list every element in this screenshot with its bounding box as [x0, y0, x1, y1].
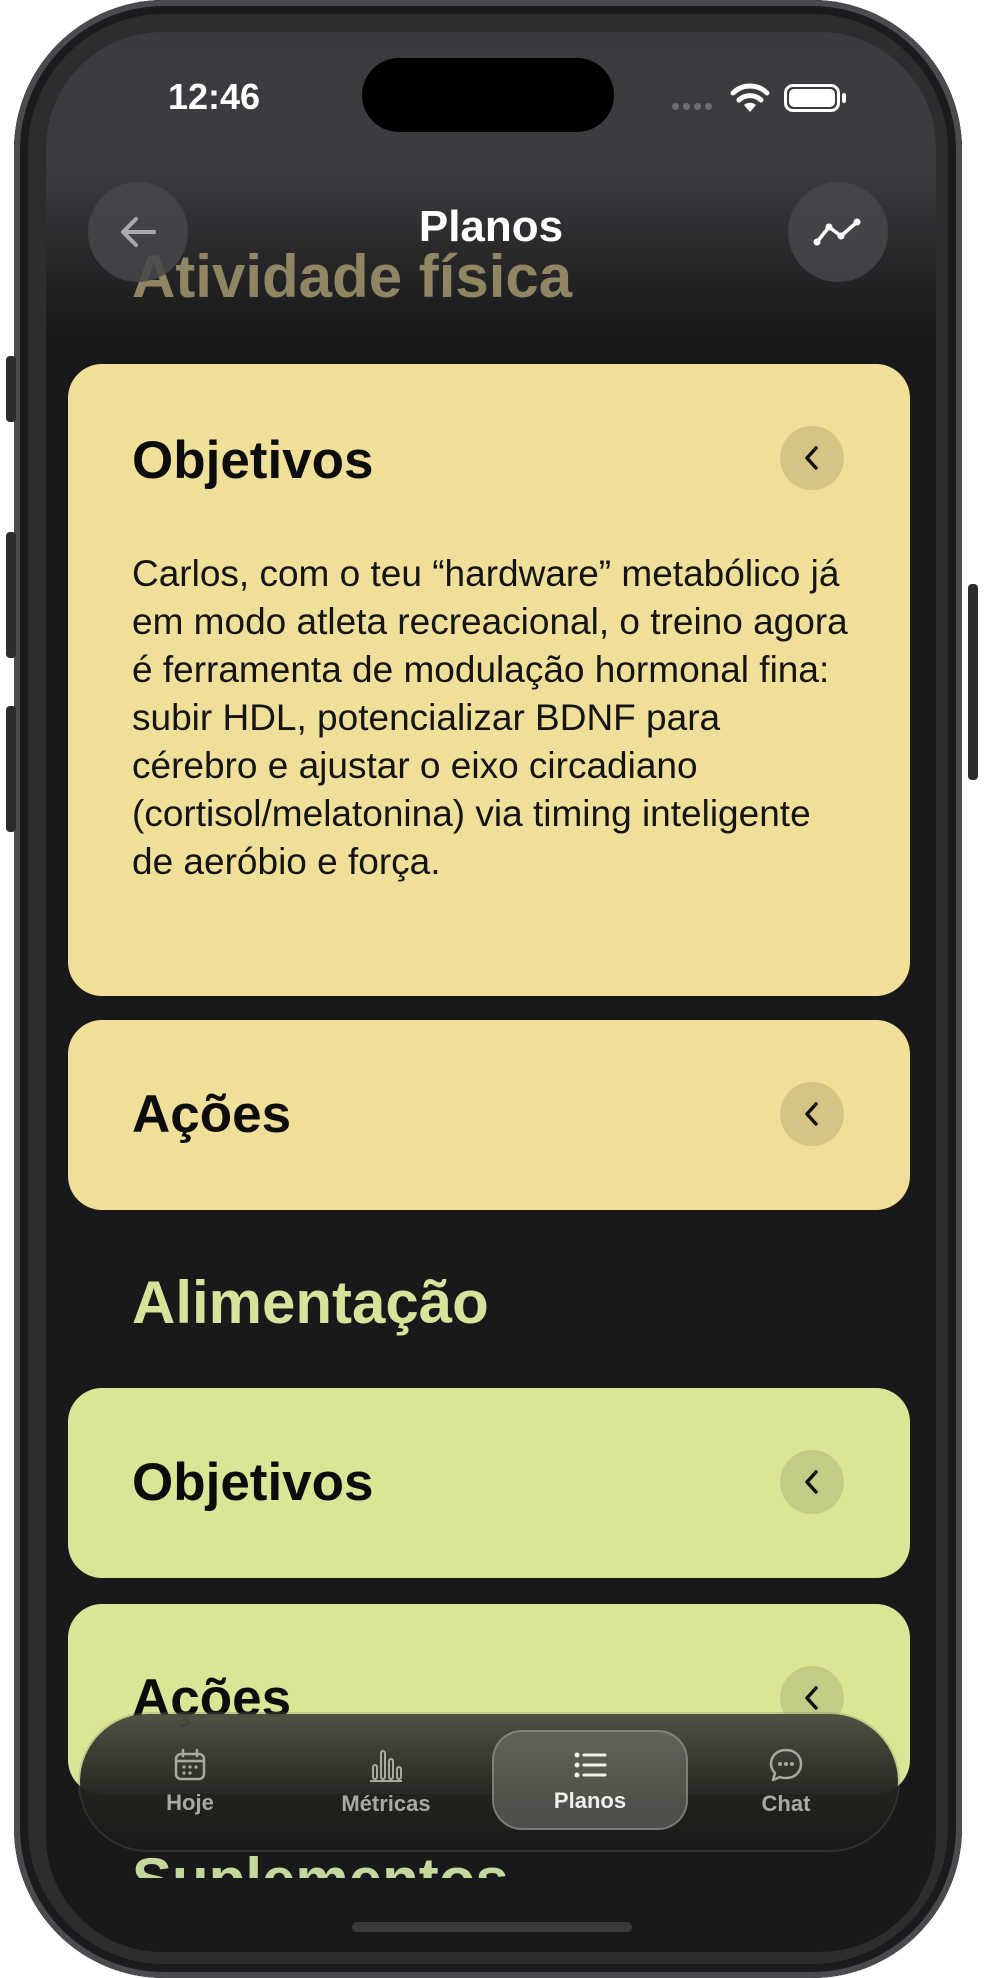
- tab-hoje[interactable]: Hoje: [100, 1714, 280, 1850]
- battery-tip: [842, 93, 846, 103]
- power-button: [968, 584, 978, 780]
- tab-label: Hoje: [166, 1790, 214, 1815]
- dynamic-island: [362, 58, 614, 132]
- trend-line-icon: [813, 218, 861, 246]
- chevron-left-icon[interactable]: [780, 1450, 844, 1514]
- tab-metricas[interactable]: Métricas: [296, 1714, 476, 1850]
- tab-label: Planos: [553, 1788, 627, 1813]
- tab-label: Chat: [761, 1791, 811, 1816]
- card-alimentacao-objetivos[interactable]: Objetivos: [68, 1388, 910, 1578]
- home-indicator: [352, 1922, 632, 1932]
- tab-bar: Hoje Métricas Planos Chat: [80, 1714, 898, 1850]
- calendar-icon: [174, 1748, 206, 1781]
- card-title: Ações: [132, 1085, 292, 1144]
- status-icons: [672, 80, 872, 120]
- chevron-left-icon[interactable]: [780, 426, 844, 490]
- section-title-atividade-fisica: Atividade física: [132, 243, 573, 310]
- volume-down-button: [6, 706, 16, 832]
- volume-up-button: [6, 532, 16, 658]
- status-time: 12:46: [168, 76, 261, 117]
- cellular-signal-icon: [672, 97, 716, 115]
- tab-chat[interactable]: Chat: [696, 1714, 876, 1850]
- bar-chart-icon: [370, 1750, 402, 1782]
- trend-button[interactable]: [788, 182, 888, 282]
- tab-planos[interactable]: Planos: [500, 1714, 680, 1850]
- card-title: Objetivos: [132, 431, 374, 490]
- screen: 12:46 Atividade física Planos Objetivos …: [46, 32, 936, 1952]
- action-button: [6, 356, 16, 422]
- card-title: Objetivos: [132, 1453, 374, 1512]
- wifi-icon: [730, 83, 770, 112]
- section-title-suplementos: Suplementos: [132, 1850, 509, 1878]
- battery-icon: [784, 84, 840, 112]
- chevron-left-icon[interactable]: [780, 1082, 844, 1146]
- section-title-alimentacao: Alimentação: [132, 1269, 489, 1336]
- card-body-text: Carlos, com o teu “hardware” metabólico …: [132, 553, 848, 882]
- tab-label: Métricas: [341, 1791, 431, 1816]
- card-atividade-acoes[interactable]: Ações: [68, 1020, 910, 1210]
- list-icon: [574, 1752, 607, 1778]
- chat-bubble-icon: [769, 1748, 803, 1782]
- card-atividade-objetivos[interactable]: Objetivos Carlos, com o teu “hardware” m…: [68, 364, 910, 996]
